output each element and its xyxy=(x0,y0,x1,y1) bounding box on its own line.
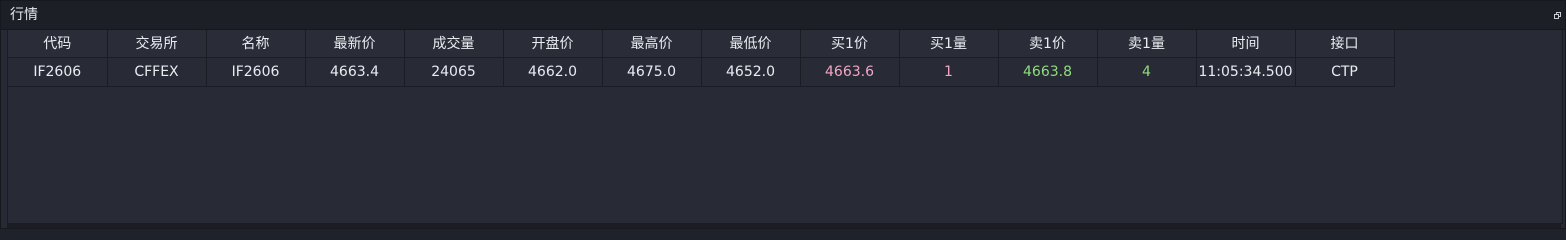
column-header-exchange[interactable]: 交易所 xyxy=(107,30,207,58)
column-header-bid-volume[interactable]: 买1量 xyxy=(899,30,999,58)
panel-title: 行情 xyxy=(10,7,38,23)
column-header-volume[interactable]: 成交量 xyxy=(404,30,504,58)
column-header-gateway[interactable]: 接口 xyxy=(1295,30,1395,58)
market-table-area: 代码 交易所 名称 最新价 成交量 开盘价 最高价 最低价 买1价 买1量 卖1… xyxy=(7,30,1563,224)
cell-low-price: 4652.0 xyxy=(701,57,801,87)
cell-ask-volume: 4 xyxy=(1097,57,1197,87)
cell-last-price: 4663.4 xyxy=(305,57,405,87)
cell-high-price: 4675.0 xyxy=(602,57,702,87)
column-header-low-price[interactable]: 最低价 xyxy=(701,30,801,58)
column-header-last-price[interactable]: 最新价 xyxy=(305,30,405,58)
column-header-time[interactable]: 时间 xyxy=(1196,30,1296,58)
column-header-ask-volume[interactable]: 卖1量 xyxy=(1097,30,1197,58)
cell-exchange: CFFEX xyxy=(107,57,207,87)
column-header-open-price[interactable]: 开盘价 xyxy=(503,30,603,58)
table-row[interactable]: IF2606 CFFEX IF2606 4663.4 24065 4662.0 … xyxy=(8,57,1395,87)
cell-time: 11:05:34.500 xyxy=(1196,57,1296,87)
column-header-name[interactable]: 名称 xyxy=(206,30,306,58)
column-header-symbol[interactable]: 代码 xyxy=(8,30,108,58)
cell-volume: 24065 xyxy=(404,57,504,87)
cell-gateway: CTP xyxy=(1295,57,1395,87)
market-data-panel: 行情 代码 交易所 名称 最新价 成交量 开盘价 最高价 最低价 买1价 买1量… xyxy=(0,0,1566,229)
table-header-row: 代码 交易所 名称 最新价 成交量 开盘价 最高价 最低价 买1价 买1量 卖1… xyxy=(8,30,1395,58)
column-header-high-price[interactable]: 最高价 xyxy=(602,30,702,58)
cell-open-price: 4662.0 xyxy=(503,57,603,87)
column-header-ask-price[interactable]: 卖1价 xyxy=(998,30,1098,58)
horizontal-scrollbar[interactable] xyxy=(7,223,1561,228)
cell-symbol: IF2606 xyxy=(8,57,108,87)
cell-ask-price: 4663.8 xyxy=(998,57,1098,87)
cell-bid-price: 4663.6 xyxy=(800,57,900,87)
cell-name: IF2606 xyxy=(206,57,306,87)
float-window-icon[interactable] xyxy=(1554,12,1561,19)
cell-bid-volume: 1 xyxy=(899,57,999,87)
market-table: 代码 交易所 名称 最新价 成交量 开盘价 最高价 最低价 买1价 买1量 卖1… xyxy=(8,30,1395,87)
panel-titlebar: 行情 xyxy=(1,1,1565,30)
column-header-bid-price[interactable]: 买1价 xyxy=(800,30,900,58)
